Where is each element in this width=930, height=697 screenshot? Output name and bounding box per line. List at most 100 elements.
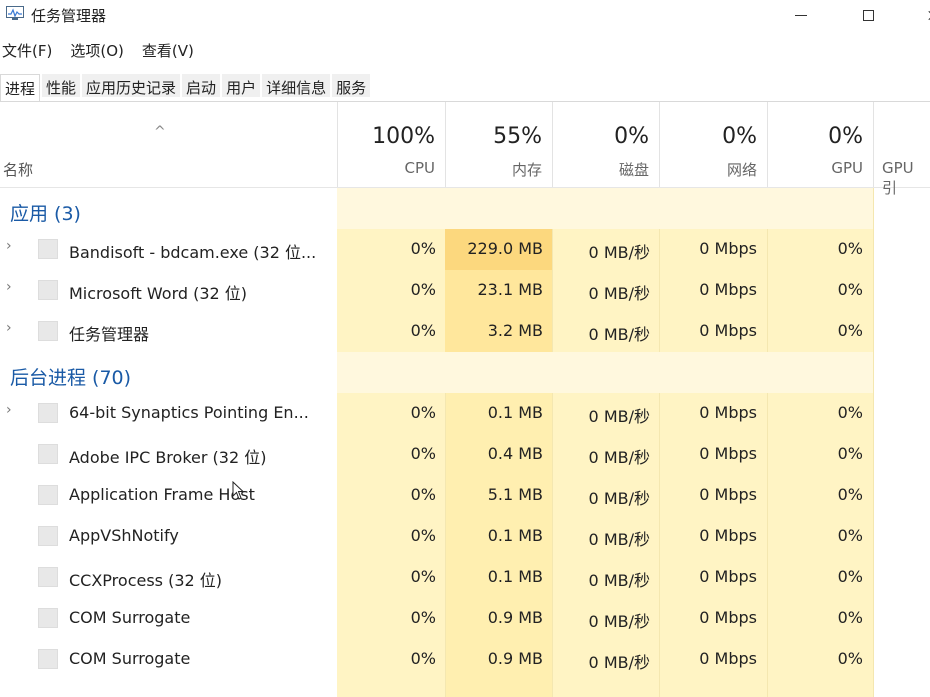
process-icon (38, 485, 58, 505)
cpu-value: 0% (410, 321, 436, 340)
tab-performance[interactable]: 性能 (42, 74, 81, 97)
process-icon (38, 649, 58, 669)
chevron-right-icon[interactable]: › (6, 402, 12, 418)
gpu-total: 0% (828, 124, 863, 149)
memory-label: 内存 (511, 161, 542, 179)
cpu-value: 0% (410, 444, 436, 463)
menu-view[interactable]: 查看(V) (142, 38, 194, 64)
process-name: Microsoft Word (32 位) (69, 284, 248, 303)
process-icon (38, 526, 58, 546)
network-value: 0 Mbps (699, 649, 757, 668)
tab-app-history[interactable]: 应用历史记录 (82, 74, 181, 97)
table-row[interactable]: AppVShNotify 0% 0.1 MB 0 MB/秒 0 Mbps 0% (0, 516, 930, 557)
tab-startup[interactable]: 启动 (182, 74, 221, 97)
group-header[interactable]: 应用 (3) (0, 188, 930, 229)
column-header-name[interactable]: 名称 (3, 159, 33, 180)
menu-bar: 文件(F) 选项(O) 查看(V) (0, 38, 210, 64)
process-icon (38, 444, 58, 464)
network-total: 0% (722, 124, 757, 149)
chevron-right-icon[interactable]: › (6, 279, 12, 295)
cpu-label: CPU (404, 159, 436, 177)
minimize-icon (795, 14, 807, 16)
chevron-right-icon[interactable]: › (6, 238, 12, 254)
cpu-value: 0% (410, 649, 436, 668)
network-value: 0 Mbps (699, 444, 757, 463)
tab-processes[interactable]: 进程 (0, 74, 41, 101)
memory-value: 0.1 MB (487, 567, 543, 586)
network-value: 0 Mbps (699, 239, 757, 258)
table-row[interactable]: › 任务管理器 0% 3.2 MB 0 MB/秒 0 Mbps 0% (0, 311, 930, 352)
close-button[interactable] (910, 0, 930, 30)
column-header-network[interactable]: 0% 网络 (659, 102, 767, 187)
table-row[interactable]: Adobe IPC Broker (32 位) 0% 0.4 MB 0 MB/秒 0 M… (0, 434, 930, 475)
cpu-value: 0% (410, 239, 436, 258)
memory-value: 23.1 MB (477, 280, 544, 299)
gpu-value: 0% (837, 485, 863, 504)
memory-value: 229.0 MB (467, 239, 543, 258)
memory-value: 0.1 MB (487, 403, 543, 422)
column-header: ^ 名称 100% CPU 55% 内存 0% 磁盘 0% 网络 0% GPU … (0, 102, 930, 197)
menu-options[interactable]: 选项(O) (70, 38, 124, 64)
cpu-value: 0% (410, 403, 436, 422)
maximize-icon (862, 9, 874, 21)
process-name: CCXProcess (32 位) (69, 571, 223, 590)
network-label: 网络 (726, 161, 757, 179)
maximize-button[interactable] (845, 0, 891, 30)
gpu-label: GPU (831, 159, 863, 177)
process-name: AppVShNotify (69, 526, 179, 545)
memory-total: 55% (493, 124, 542, 149)
gpu-value: 0% (837, 567, 863, 586)
disk-value: 0 MB/秒 (588, 448, 650, 467)
process-icon (38, 608, 58, 628)
memory-value: 5.1 MB (487, 485, 543, 504)
tab-details[interactable]: 详细信息 (262, 74, 331, 97)
tab-services[interactable]: 服务 (332, 74, 371, 97)
network-value: 0 Mbps (699, 567, 757, 586)
process-icon (38, 567, 58, 587)
gpu-value: 0% (837, 649, 863, 668)
column-header-disk[interactable]: 0% 磁盘 (552, 102, 659, 187)
network-value: 0 Mbps (699, 608, 757, 627)
disk-value: 0 MB/秒 (588, 489, 650, 508)
sort-indicator-icon[interactable]: ^ (154, 124, 166, 140)
process-name: Application Frame Host (69, 485, 255, 504)
memory-value: 3.2 MB (487, 321, 543, 340)
gpu-value: 0% (837, 321, 863, 340)
memory-value: 0.9 MB (487, 608, 543, 627)
memory-value: 0.1 MB (487, 526, 543, 545)
table-row[interactable]: › 64-bit Synaptics Pointing En... 0% 0.1 MB… (0, 393, 930, 434)
table-row[interactable]: › Microsoft Word (32 位) 0% 23.1 MB 0 MB/秒 0 M… (0, 270, 930, 311)
column-header-gpu[interactable]: 0% GPU (767, 102, 873, 187)
process-name: 任务管理器 (69, 325, 150, 344)
table-row[interactable]: CCXProcess (32 位) 0% 0.1 MB 0 MB/秒 0 Mbps 0% (0, 557, 930, 598)
group-header[interactable]: 后台进程 (70) (0, 352, 930, 393)
process-icon (38, 239, 58, 259)
column-header-cpu[interactable]: 100% CPU (337, 102, 445, 187)
table-row[interactable]: COM Surrogate 0% 0.9 MB 0 MB/秒 0 Mbps 0% (0, 598, 930, 639)
tab-users[interactable]: 用户 (222, 74, 261, 97)
network-value: 0 Mbps (699, 321, 757, 340)
table-row[interactable]: COM Surrogate 0% 0.9 MB 0 MB/秒 0 Mbps 0% (0, 639, 930, 680)
column-header-memory[interactable]: 55% 内存 (445, 102, 552, 187)
table-row[interactable]: › Bandisoft - bdcam.exe (32 位... 0% 229.0 M… (0, 229, 930, 270)
process-name: Adobe IPC Broker (32 位) (69, 448, 267, 467)
column-header-gpu-engine[interactable]: GPU 引 (873, 102, 930, 197)
task-manager-icon (6, 6, 24, 20)
group-title: 应用 (3) (10, 203, 81, 225)
process-name: Bandisoft - bdcam.exe (32 位... (69, 243, 317, 262)
cpu-total: 100% (372, 124, 435, 149)
network-value: 0 Mbps (699, 485, 757, 504)
group-header-band (337, 352, 873, 393)
cpu-value: 0% (410, 485, 436, 504)
menu-file[interactable]: 文件(F) (2, 38, 52, 64)
disk-value: 0 MB/秒 (588, 407, 650, 426)
minimize-button[interactable] (778, 0, 824, 30)
disk-label: 磁盘 (618, 161, 649, 179)
network-value: 0 Mbps (699, 526, 757, 545)
gpu-value: 0% (837, 239, 863, 258)
disk-value: 0 MB/秒 (588, 530, 650, 549)
chevron-right-icon[interactable]: › (6, 320, 12, 336)
table-row[interactable]: Application Frame Host 0% 5.1 MB 0 MB/秒 0 Mb… (0, 475, 930, 516)
gpu-value: 0% (837, 403, 863, 422)
disk-value: 0 MB/秒 (588, 612, 650, 631)
